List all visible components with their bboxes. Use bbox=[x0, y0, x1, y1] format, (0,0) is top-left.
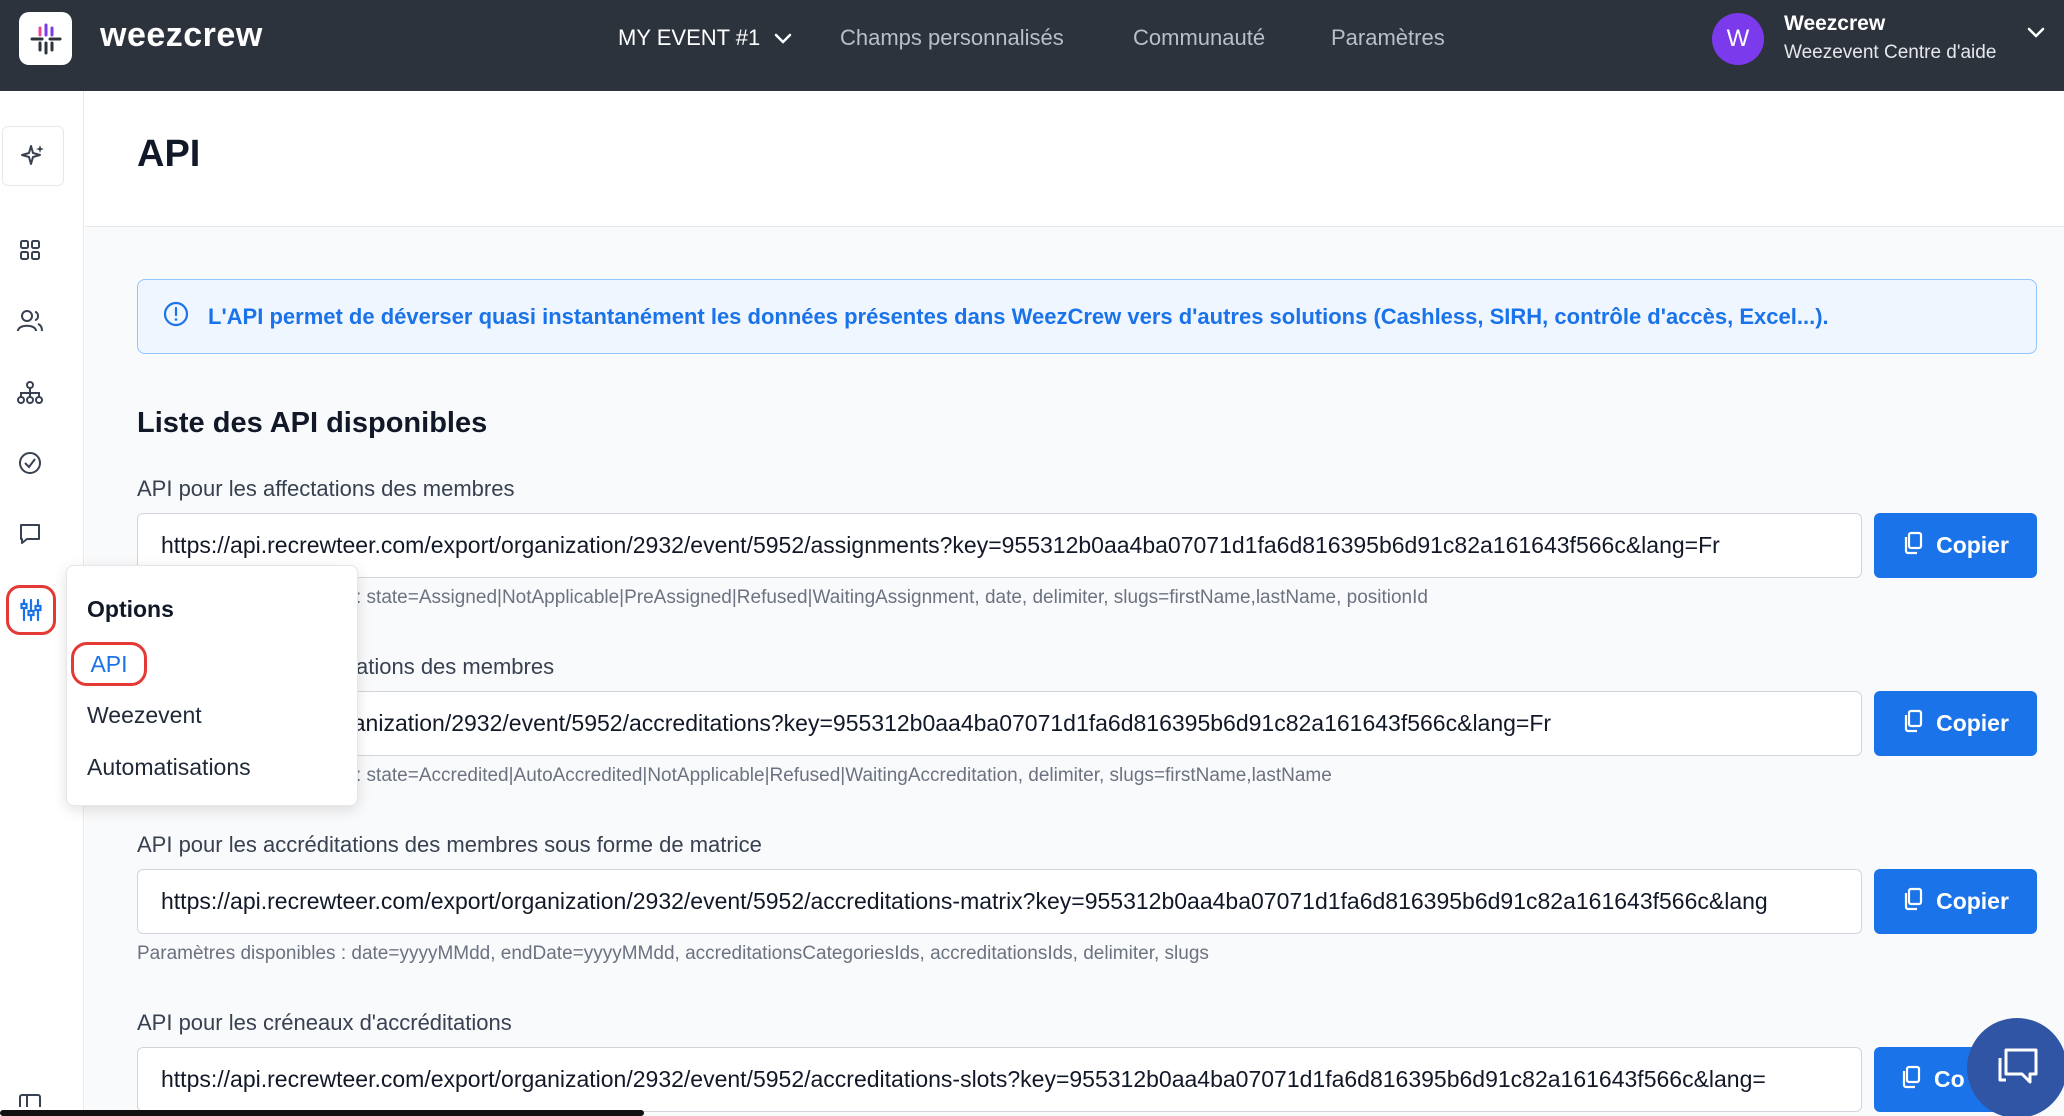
api-params: : state=Accredited|AutoAccredited|NotApp… bbox=[356, 765, 1332, 786]
copy-icon bbox=[1902, 531, 1924, 561]
menu-item-api[interactable]: API bbox=[71, 642, 147, 686]
chevron-down-icon bbox=[774, 25, 792, 51]
chat-icon[interactable] bbox=[14, 518, 46, 550]
api-url-field[interactable]: eer.com/export/organization/2932/event/5… bbox=[137, 691, 1862, 756]
top-bar: weezcrew MY EVENT #1 Champs personnalisé… bbox=[0, 0, 2064, 91]
api-label: API pour les créneaux d'accréditations bbox=[137, 1010, 512, 1035]
event-selector[interactable]: MY EVENT #1 bbox=[618, 25, 792, 51]
api-url-field[interactable]: https://api.recrewteer.com/export/organi… bbox=[137, 513, 1862, 578]
avatar[interactable]: W bbox=[1712, 13, 1764, 65]
app-logo-icon[interactable] bbox=[19, 12, 72, 65]
api-label: API pour les accréditations des membres … bbox=[137, 832, 762, 857]
api-url-field[interactable]: https://api.recrewteer.com/export/organi… bbox=[137, 1047, 1862, 1112]
org-chart-icon[interactable] bbox=[14, 377, 46, 409]
copy-button[interactable]: Copier bbox=[1874, 691, 2037, 756]
user-subtitle[interactable]: Weezevent Centre d'aide bbox=[1784, 42, 1996, 64]
section-title: Liste des API disponibles bbox=[137, 407, 488, 439]
nav-custom-fields[interactable]: Champs personnalisés bbox=[840, 25, 1064, 51]
nav-settings[interactable]: Paramètres bbox=[1331, 25, 1445, 51]
options-menu: Options API Weezevent Automatisations bbox=[66, 565, 358, 806]
page-title: API bbox=[137, 133, 201, 175]
banner-text: L'API permet de déverser quasi instantan… bbox=[208, 303, 1829, 329]
user-name[interactable]: Weezcrew bbox=[1784, 12, 1885, 36]
info-banner: L'API permet de déverser quasi instantan… bbox=[137, 279, 2037, 354]
api-label: ations des membres bbox=[356, 654, 555, 679]
horizontal-scrollbar[interactable] bbox=[0, 1110, 644, 1116]
menu-item-weezevent[interactable]: Weezevent bbox=[87, 702, 202, 729]
api-params: : state=Assigned|NotApplicable|PreAssign… bbox=[356, 587, 1428, 608]
copy-button[interactable]: Copier bbox=[1874, 513, 2037, 578]
api-url-field[interactable]: https://api.recrewteer.com/export/organi… bbox=[137, 869, 1862, 934]
api-label: API pour les affectations des membres bbox=[137, 476, 515, 501]
menu-item-automatisations[interactable]: Automatisations bbox=[87, 754, 251, 781]
copy-button-label: Copier bbox=[1936, 888, 2009, 914]
copy-button-label: Co bbox=[1934, 1066, 1965, 1092]
support-chat-icon[interactable] bbox=[1967, 1018, 2064, 1116]
users-icon[interactable] bbox=[14, 305, 46, 337]
copy-button-label: Copier bbox=[1936, 532, 2009, 558]
dashboard-icon[interactable] bbox=[14, 234, 46, 266]
api-params: Paramètres disponibles : date=yyyyMMdd, … bbox=[137, 943, 1209, 964]
user-menu-chevron-icon[interactable] bbox=[2026, 26, 2046, 45]
page-header: API bbox=[85, 91, 2064, 227]
copy-icon bbox=[1902, 887, 1924, 917]
sliders-icon[interactable] bbox=[6, 585, 56, 635]
copy-button-label: Copier bbox=[1936, 710, 2009, 736]
options-menu-title: Options bbox=[87, 596, 174, 622]
event-selector-label: MY EVENT #1 bbox=[618, 25, 761, 50]
sparkle-icon[interactable] bbox=[2, 126, 64, 186]
nav-community[interactable]: Communauté bbox=[1133, 25, 1265, 51]
copy-icon bbox=[1902, 709, 1924, 739]
info-icon bbox=[162, 300, 190, 333]
copy-icon bbox=[1900, 1065, 1922, 1095]
brand-name: weezcrew bbox=[100, 16, 263, 54]
check-circle-icon[interactable] bbox=[14, 447, 46, 479]
copy-button[interactable]: Copier bbox=[1874, 869, 2037, 934]
